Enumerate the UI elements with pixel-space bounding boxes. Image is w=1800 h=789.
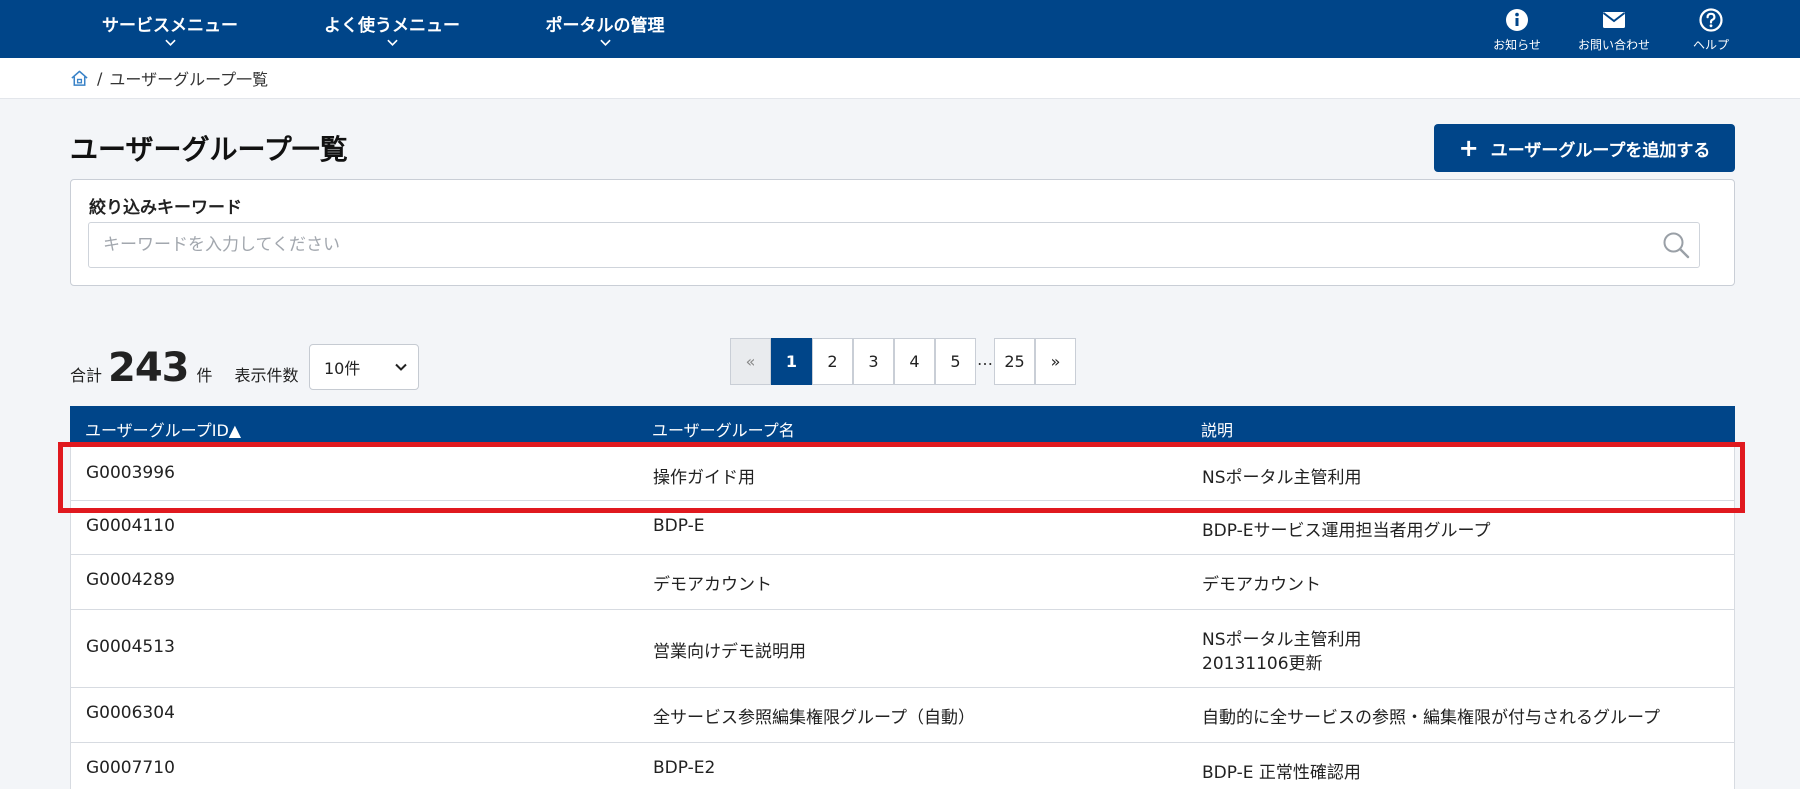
nav-menu-service[interactable]: サービスメニュー xyxy=(90,0,250,58)
cell-id: G0004110 xyxy=(86,516,175,536)
cell-id: G0004513 xyxy=(86,637,175,657)
notifications-link[interactable]: お知らせ xyxy=(1477,8,1557,53)
contact-link[interactable]: お問い合わせ xyxy=(1574,8,1654,53)
total-unit: 件 xyxy=(196,366,213,385)
cell-description-line2: 20131106更新 xyxy=(1202,654,1323,674)
help-link[interactable]: ヘルプ xyxy=(1671,8,1751,53)
cell-id: G0004289 xyxy=(86,570,175,590)
cell-name: デモアカウント xyxy=(653,575,772,595)
mail-icon xyxy=(1602,12,1626,28)
breadcrumb-separator: / xyxy=(97,68,103,88)
chevron-down-icon xyxy=(395,363,407,371)
home-icon[interactable] xyxy=(70,69,89,88)
add-user-group-label: ユーザーグループを追加する xyxy=(1490,140,1711,161)
nav-menu-frequent[interactable]: よく使うメニュー xyxy=(312,0,472,58)
breadcrumb: / ユーザーグループ一覧 xyxy=(0,58,1800,99)
cell-description: デモアカウント xyxy=(1202,575,1321,595)
help-icon xyxy=(1699,8,1723,32)
cell-name: 全サービス参照編集権限グループ（自動） xyxy=(653,708,975,728)
plus-icon: + xyxy=(1458,134,1479,162)
pagination-ellipsis: … xyxy=(977,350,993,369)
nav-menu-label: サービスメニュー xyxy=(102,15,238,36)
pagination-page-2[interactable]: 2 xyxy=(812,338,853,385)
per-page-label: 表示件数 xyxy=(234,366,299,385)
cell-id: G0003996 xyxy=(86,463,175,483)
cell-name: BDP-E2 xyxy=(653,758,716,778)
chevron-down-icon xyxy=(386,39,398,46)
nav-menu-label: よく使うメニュー xyxy=(324,15,460,36)
filter-panel: 絞り込みキーワード xyxy=(70,179,1735,286)
chevron-down-icon xyxy=(599,39,611,46)
nav-menu-label: ポータルの管理 xyxy=(545,15,665,36)
total-number: 243 xyxy=(108,345,189,391)
pagination-page-last[interactable]: 25 xyxy=(994,338,1035,385)
pagination-page-3[interactable]: 3 xyxy=(853,338,894,385)
table-row[interactable]: G0004289 デモアカウント デモアカウント xyxy=(70,555,1735,610)
table-row[interactable]: G0006304 全サービス参照編集権限グループ（自動） 自動的に全サービスの参… xyxy=(70,688,1735,743)
help-label: ヘルプ xyxy=(1692,38,1729,52)
cell-description: BDP-E 正常性確認用 xyxy=(1202,763,1361,783)
cell-name: 操作ガイド用 xyxy=(653,468,755,488)
info-icon xyxy=(1506,9,1528,31)
contact-label: お問い合わせ xyxy=(1577,38,1650,52)
per-page-select[interactable]: 10件 xyxy=(309,344,419,390)
add-user-group-button[interactable]: + ユーザーグループを追加する xyxy=(1434,124,1735,172)
cell-id: G0007710 xyxy=(86,758,175,778)
nav-menu-portal-admin[interactable]: ポータルの管理 xyxy=(538,0,672,58)
pagination-page-5[interactable]: 5 xyxy=(935,338,976,385)
cell-description: NSポータル主管利用 xyxy=(1202,468,1362,488)
table-row[interactable]: G0003996 操作ガイド用 NSポータル主管利用 xyxy=(70,447,1735,501)
notifications-label: お知らせ xyxy=(1493,38,1541,52)
filter-label: 絞り込みキーワード xyxy=(89,198,242,218)
chevron-down-icon xyxy=(164,39,176,46)
pagination-next[interactable]: » xyxy=(1035,338,1076,385)
pagination-page-4[interactable]: 4 xyxy=(894,338,935,385)
column-header-description: 説明 xyxy=(1201,421,1234,440)
page-title: ユーザーグループ一覧 xyxy=(70,133,348,166)
cell-description: BDP-Eサービス運用担当者用グループ xyxy=(1202,521,1491,541)
pagination-page-1[interactable]: 1 xyxy=(771,338,812,385)
cell-name: 営業向けデモ説明用 xyxy=(653,642,806,662)
user-group-table-body: G0003996 操作ガイド用 NSポータル主管利用 G0004110 BDP-… xyxy=(70,447,1735,789)
table-row[interactable]: G0007710 BDP-E2 BDP-E 正常性確認用 xyxy=(70,743,1735,789)
column-header-name: ユーザーグループ名 xyxy=(652,421,795,440)
cell-id: G0006304 xyxy=(86,703,175,723)
table-row[interactable]: G0004513 営業向けデモ説明用 NSポータル主管利用 20131106更新 xyxy=(70,610,1735,688)
cell-description: NSポータル主管利用 xyxy=(1202,630,1362,650)
pagination-prev[interactable]: « xyxy=(730,338,771,385)
table-header: ユーザーグループID▲ ユーザーグループ名 説明 xyxy=(70,406,1735,447)
column-header-id[interactable]: ユーザーグループID▲ xyxy=(85,417,241,441)
cell-name: BDP-E xyxy=(653,516,705,536)
search-icon[interactable] xyxy=(1661,230,1691,260)
total-count: 合計 243 件 表示件数 xyxy=(70,345,299,391)
breadcrumb-current: ユーザーグループ一覧 xyxy=(109,70,269,89)
top-navigation-bar: サービスメニュー よく使うメニュー ポータルの管理 お知らせ お問い合わせ ヘル… xyxy=(0,0,1800,58)
total-prefix: 合計 xyxy=(70,366,103,385)
cell-description: 自動的に全サービスの参照・編集権限が付与されるグループ xyxy=(1202,708,1660,728)
keyword-search-input[interactable] xyxy=(88,222,1700,268)
table-row[interactable]: G0004110 BDP-E BDP-Eサービス運用担当者用グループ xyxy=(70,501,1735,555)
per-page-value: 10件 xyxy=(324,359,361,378)
